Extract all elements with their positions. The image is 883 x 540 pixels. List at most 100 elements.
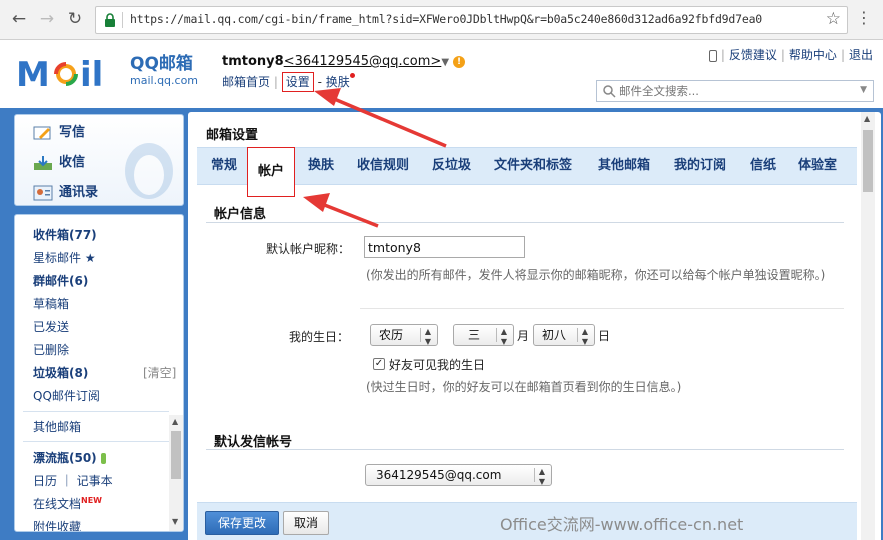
- lock-icon: [105, 13, 115, 27]
- select-divider: [420, 328, 421, 342]
- calendar-type-select[interactable]: 农历 ▲ ▼: [370, 324, 438, 346]
- folder-spam[interactable]: 垃圾箱(8): [33, 364, 88, 381]
- friends-see-birthday-checkbox[interactable]: ✓: [373, 358, 385, 370]
- quick-actions-panel: 写信 收信 通讯录: [14, 114, 184, 206]
- section-divider: [206, 449, 844, 450]
- tab-receive-rules[interactable]: 收信规则: [357, 148, 409, 186]
- folder-drafts[interactable]: 草稿箱: [33, 295, 69, 312]
- tab-subscriptions[interactable]: 我的订阅: [674, 148, 726, 186]
- pencil-icon: [33, 126, 51, 139]
- scroll-up-icon[interactable]: ▲: [864, 114, 870, 123]
- mailbox-home-link[interactable]: 邮箱首页: [222, 75, 270, 89]
- user-name: tmtony8: [222, 54, 284, 69]
- friends-see-birthday-label: 好友可见我的生日: [389, 358, 486, 372]
- scroll-up-icon[interactable]: ▲: [172, 417, 178, 426]
- user-email-link[interactable]: <364129545@qq.com>: [284, 54, 442, 69]
- address-bar[interactable]: https://mail.qq.com/cgi-bin/frame_html?s…: [95, 6, 848, 34]
- folder-list: 收件箱(77) 星标邮件 ★ 群邮件(6) 草稿箱 已发送 已删除 垃圾箱(8)…: [14, 214, 184, 532]
- attachment-favorites-link[interactable]: 附件收藏: [33, 518, 81, 531]
- online-docs-link[interactable]: 在线文档NEW: [33, 495, 102, 512]
- change-skin-link[interactable]: 换肤: [326, 75, 350, 89]
- pipe: |: [840, 48, 845, 62]
- tab-stationery[interactable]: 信纸: [750, 148, 776, 186]
- receive-label: 收信: [59, 155, 86, 170]
- logo-en-text: mail.qq.com: [130, 74, 199, 87]
- settings-panel: 邮箱设置 常规 帐户 换肤 收信规则 反垃圾 文件夹和标签 其他邮箱 我的订阅 …: [188, 112, 881, 540]
- calendar-notes-link[interactable]: 日历 ｜ 记事本: [33, 472, 113, 489]
- warning-icon[interactable]: !: [453, 55, 466, 68]
- contacts-button[interactable]: 通讯录: [33, 181, 98, 203]
- search-icon: [603, 85, 616, 98]
- folder-deleted[interactable]: 已删除: [33, 341, 69, 358]
- cancel-button[interactable]: 取消: [283, 511, 329, 535]
- section-account-info: 帐户信息: [214, 207, 267, 222]
- month-value: 三: [468, 328, 481, 342]
- folder-other-mailboxes[interactable]: 其他邮箱: [33, 418, 81, 435]
- save-button[interactable]: 保存更改: [205, 511, 279, 535]
- feedback-link[interactable]: 反馈建议: [729, 48, 777, 62]
- drift-bottle-label: 漂流瓶(50): [33, 451, 97, 465]
- folder-subscriptions[interactable]: QQ邮件订阅: [33, 387, 100, 404]
- folder-inbox[interactable]: 收件箱(77): [33, 226, 97, 243]
- tab-general[interactable]: 常规: [211, 148, 237, 186]
- star-outline-icon[interactable]: ☆: [826, 9, 841, 29]
- folder-starred[interactable]: 星标邮件 ★: [33, 249, 96, 266]
- settings-link[interactable]: 设置: [281, 72, 314, 92]
- tab-skin[interactable]: 换肤: [308, 148, 334, 186]
- clear-spam-link[interactable]: [清空]: [143, 364, 176, 381]
- spinner-arrows-icon: ▲ ▼: [500, 327, 508, 346]
- url-text[interactable]: https://mail.qq.com/cgi-bin/frame_html?s…: [130, 12, 762, 26]
- arrow-right-icon[interactable]: →: [36, 8, 58, 30]
- tab-other-mailboxes[interactable]: 其他邮箱: [598, 148, 650, 186]
- nickname-hint: (你发出的所有邮件，发件人将显示你的邮箱昵称，你还可以给每个帐户单独设置昵称。): [366, 268, 826, 282]
- svg-text:M: M: [16, 55, 50, 94]
- contacts-label: 通讯录: [59, 185, 99, 200]
- chevron-down-icon[interactable]: ▼: [860, 85, 867, 95]
- reload-icon[interactable]: ↻: [64, 8, 86, 30]
- folder-divider: [23, 411, 169, 412]
- browser-toolbar: ← → ↻ https://mail.qq.com/cgi-bin/frame_…: [0, 0, 883, 40]
- user-menu-caret[interactable]: ▼: [441, 57, 449, 68]
- address-divider: [122, 12, 123, 28]
- tab-account[interactable]: 帐户: [247, 147, 296, 197]
- scrollbar-thumb[interactable]: [171, 431, 181, 479]
- mail-search-box[interactable]: ▼: [596, 80, 874, 102]
- tab-folders-labels[interactable]: 文件夹和标签: [494, 148, 572, 186]
- help-center-link[interactable]: 帮助中心: [789, 48, 837, 62]
- folder-drift-bottle[interactable]: 漂流瓶(50): [33, 449, 106, 466]
- tab-lab[interactable]: 体验室: [798, 148, 837, 186]
- sidebar-scrollbar[interactable]: ▲ ▼: [169, 415, 183, 531]
- settings-tabs: 常规 帐户 换肤 收信规则 反垃圾 文件夹和标签 其他邮箱 我的订阅 信纸 体验…: [197, 147, 857, 197]
- month-select[interactable]: 三 ▲ ▼: [453, 324, 514, 346]
- svg-text:il: il: [80, 55, 103, 94]
- nickname-input[interactable]: [364, 236, 525, 258]
- compose-label: 写信: [59, 125, 86, 140]
- page-title: 邮箱设置: [206, 128, 259, 143]
- section-divider: [206, 222, 844, 223]
- spinner-arrows-icon: ▲ ▼: [581, 327, 589, 346]
- phone-icon[interactable]: [708, 49, 717, 62]
- search-input[interactable]: [619, 83, 854, 99]
- main-scrollbar[interactable]: ▲: [861, 112, 875, 540]
- arrow-left-icon[interactable]: ←: [8, 8, 30, 30]
- watermark-text: Office交流网-www.office-cn.net: [500, 515, 744, 534]
- birthday-label: 我的生日：: [289, 330, 350, 344]
- section-default-sender: 默认发信帐号: [214, 435, 293, 450]
- spinner-arrows-icon: ▲ ▼: [538, 467, 546, 486]
- scroll-down-icon[interactable]: ▼: [172, 517, 178, 526]
- receive-button[interactable]: 收信: [33, 151, 85, 173]
- penguin-watermark-icon: [125, 143, 173, 199]
- logo-cn-text: QQ邮箱: [130, 54, 193, 74]
- day-select[interactable]: 初八 ▲ ▼: [533, 324, 595, 346]
- kebab-menu-icon[interactable]: ⋮: [856, 8, 872, 27]
- folder-group[interactable]: 群邮件(6): [33, 272, 88, 289]
- scrollbar-thumb[interactable]: [863, 130, 873, 192]
- logout-link[interactable]: 退出: [849, 48, 873, 62]
- compose-button[interactable]: 写信: [33, 121, 85, 143]
- default-sender-select[interactable]: 364129545@qq.com ▲ ▼: [365, 464, 552, 486]
- tab-anti-spam[interactable]: 反垃圾: [432, 148, 471, 186]
- day-value: 初八: [542, 328, 567, 342]
- default-sender-value: 364129545@qq.com: [376, 468, 502, 482]
- folder-sent[interactable]: 已发送: [33, 318, 69, 335]
- folder-divider: [23, 441, 169, 442]
